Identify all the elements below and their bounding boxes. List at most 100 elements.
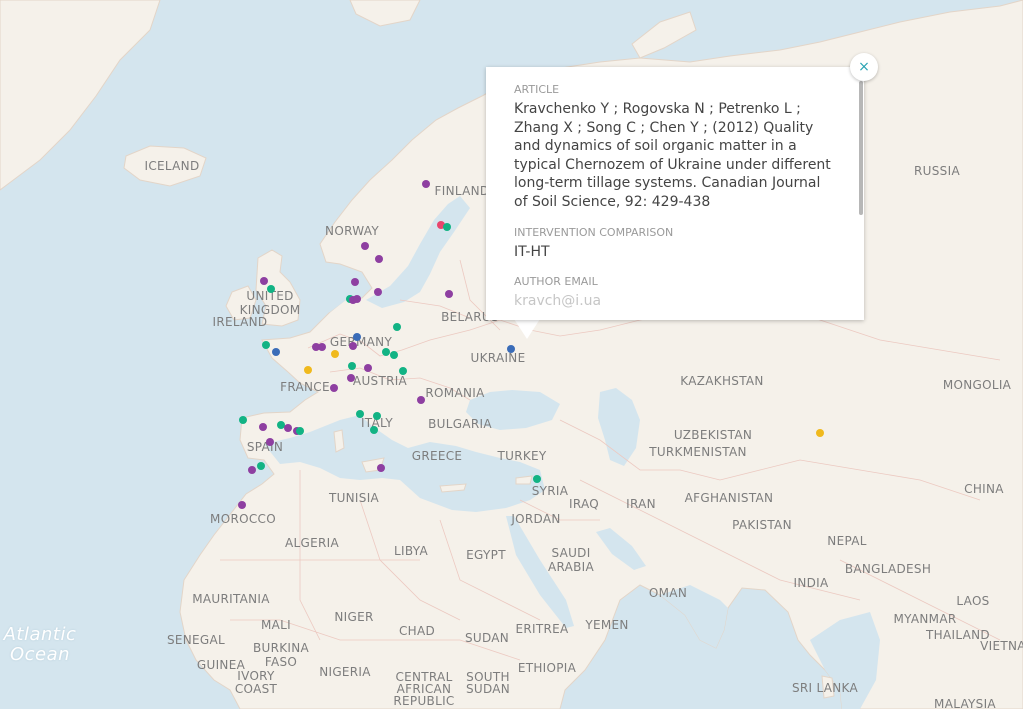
map-marker[interactable] bbox=[374, 288, 382, 296]
map-marker[interactable] bbox=[351, 278, 359, 286]
country-label: ERITREA bbox=[515, 622, 569, 636]
map-marker[interactable] bbox=[375, 255, 383, 263]
country-label: FRANCE bbox=[280, 380, 330, 394]
map-marker[interactable] bbox=[259, 423, 267, 431]
country-label: SPAIN bbox=[246, 440, 284, 454]
map-marker[interactable] bbox=[330, 384, 338, 392]
country-label: COAST bbox=[234, 682, 278, 696]
country-label: GERMANY bbox=[329, 335, 393, 349]
map-marker[interactable] bbox=[239, 416, 247, 424]
map-marker[interactable] bbox=[248, 466, 256, 474]
map-marker[interactable] bbox=[399, 367, 407, 375]
map-marker[interactable] bbox=[393, 323, 401, 331]
country-label: ICELAND bbox=[144, 159, 200, 173]
country-label: MALI bbox=[261, 618, 291, 632]
map-marker[interactable] bbox=[296, 427, 304, 435]
map-marker[interactable] bbox=[284, 424, 292, 432]
land-cyprus bbox=[515, 475, 533, 485]
country-label: UZBEKISTAN bbox=[673, 428, 753, 442]
country-label: KAZAKHSTAN bbox=[680, 374, 764, 388]
map-marker[interactable] bbox=[370, 426, 378, 434]
map-marker[interactable] bbox=[422, 180, 430, 188]
country-label: MAURITANIA bbox=[192, 592, 270, 606]
map-marker[interactable] bbox=[353, 295, 361, 303]
country-label: LIBYA bbox=[394, 544, 428, 558]
ocean-label-line1: Atlantic bbox=[3, 624, 77, 645]
country-label: BURKINA bbox=[252, 641, 310, 655]
country-label: CHINA bbox=[964, 482, 1004, 496]
country-label: IRAQ bbox=[568, 497, 600, 511]
country-label: MALAYSIA bbox=[934, 697, 996, 709]
map-marker[interactable] bbox=[361, 242, 369, 250]
country-label: UKRAINE bbox=[470, 351, 526, 365]
country-label: FINLAND bbox=[434, 184, 490, 198]
country-label: ALGERIA bbox=[285, 536, 339, 550]
country-label: BANGLADESH bbox=[844, 562, 932, 576]
map-marker[interactable] bbox=[267, 285, 275, 293]
country-label: TURKEY bbox=[497, 449, 547, 463]
country-label: SRI LANKA bbox=[791, 681, 859, 695]
map-marker[interactable] bbox=[349, 342, 357, 350]
country-label: OMAN bbox=[648, 586, 688, 600]
map-marker[interactable] bbox=[507, 345, 515, 353]
country-label: MYANMAR bbox=[893, 612, 957, 626]
country-label: INDIA bbox=[793, 576, 829, 590]
country-label: LAOS bbox=[956, 594, 990, 608]
country-label: PAKISTAN bbox=[732, 518, 792, 532]
country-label: TURKMENISTAN bbox=[649, 445, 747, 459]
popup-content[interactable]: ARTICLE Kravchenko Y ; Rogovska N ; Petr… bbox=[486, 67, 858, 320]
map-marker[interactable] bbox=[533, 475, 541, 483]
country-label: NIGER bbox=[334, 610, 374, 624]
intervention-comparison-value: IT-HT bbox=[514, 243, 550, 260]
author-email-label: AUTHOR EMAIL bbox=[514, 275, 598, 289]
country-label: CHAD bbox=[398, 624, 436, 638]
map-marker[interactable] bbox=[262, 341, 270, 349]
map-marker[interactable] bbox=[260, 277, 268, 285]
marker-popup: ARTICLE Kravchenko Y ; Rogovska N ; Petr… bbox=[486, 67, 864, 320]
map-marker[interactable] bbox=[347, 374, 355, 382]
map-marker[interactable] bbox=[377, 464, 385, 472]
country-label: MONGOLIA bbox=[942, 378, 1012, 392]
map-marker[interactable] bbox=[266, 438, 274, 446]
map-marker[interactable] bbox=[364, 364, 372, 372]
land-svalbard bbox=[349, 0, 421, 27]
country-label: RUSSIA bbox=[914, 164, 960, 178]
map-marker[interactable] bbox=[331, 350, 339, 358]
country-label: NORWAY bbox=[325, 224, 379, 238]
country-label: REPUBLIC bbox=[393, 694, 455, 708]
close-icon: × bbox=[858, 59, 870, 75]
map-marker[interactable] bbox=[304, 366, 312, 374]
map-marker[interactable] bbox=[382, 348, 390, 356]
country-label: NEPAL bbox=[827, 534, 867, 548]
popup-scrollbar[interactable] bbox=[859, 81, 863, 215]
map-marker[interactable] bbox=[353, 333, 361, 341]
land-sardinia bbox=[333, 429, 345, 453]
land-novaya-zemlya bbox=[631, 11, 697, 59]
country-label: SYRIA bbox=[531, 484, 569, 498]
country-label: SAUDI bbox=[551, 546, 591, 560]
map-marker[interactable] bbox=[390, 351, 398, 359]
country-label: VIETNA bbox=[980, 639, 1023, 653]
map-marker[interactable] bbox=[318, 343, 326, 351]
country-label: IVORY bbox=[237, 669, 275, 683]
map-marker[interactable] bbox=[816, 429, 824, 437]
country-label: FASO bbox=[264, 655, 298, 669]
country-label: IRELAND bbox=[212, 315, 268, 329]
map-marker[interactable] bbox=[356, 410, 364, 418]
country-label: ARABIA bbox=[547, 560, 595, 574]
map-marker[interactable] bbox=[257, 462, 265, 470]
country-label: SUDAN bbox=[464, 631, 510, 645]
map-marker[interactable] bbox=[417, 396, 425, 404]
country-label: GREECE bbox=[411, 449, 463, 463]
map-marker[interactable] bbox=[238, 501, 246, 509]
map-marker[interactable] bbox=[445, 290, 453, 298]
map-marker[interactable] bbox=[348, 362, 356, 370]
map-marker[interactable] bbox=[373, 412, 381, 420]
ocean-label-line2: Ocean bbox=[9, 644, 71, 665]
country-label: ROMANIA bbox=[425, 386, 485, 400]
country-label: IRAN bbox=[626, 497, 656, 511]
map-marker[interactable] bbox=[272, 348, 280, 356]
map-marker[interactable] bbox=[443, 223, 451, 231]
close-popup-button[interactable]: × bbox=[850, 53, 878, 81]
country-label: TUNISIA bbox=[328, 491, 380, 505]
